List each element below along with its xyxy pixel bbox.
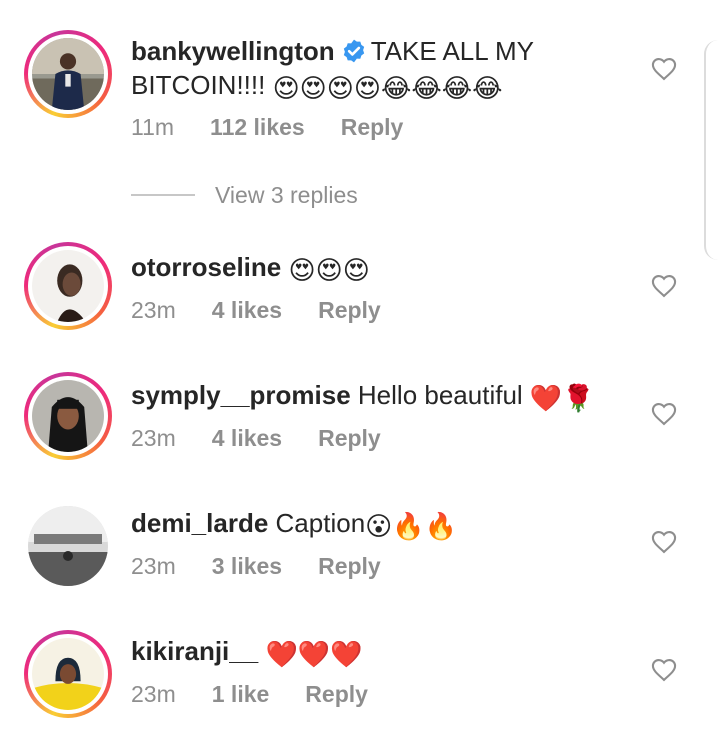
comment-meta: 11m 112 likes Reply bbox=[131, 114, 439, 141]
comment-meta: 23m 4 likes Reply bbox=[131, 425, 417, 452]
username[interactable]: bankywellington bbox=[131, 36, 335, 66]
avatar[interactable] bbox=[24, 502, 112, 590]
timestamp: 23m bbox=[131, 425, 176, 451]
heart-outline-icon[interactable] bbox=[650, 400, 678, 428]
comment-text: Caption bbox=[275, 508, 366, 538]
emoji-group: 😮🔥🔥 bbox=[365, 512, 458, 542]
likes-count[interactable]: 112 likes bbox=[210, 114, 305, 140]
replies-divider bbox=[131, 194, 195, 196]
heart-outline-icon[interactable] bbox=[650, 55, 678, 83]
username[interactable]: kikiranji__ bbox=[131, 636, 258, 666]
comment-text: TAKE ALL MY bbox=[370, 36, 534, 66]
comment-body: bankywellington TAKE ALL MY BITCOIN!!!! 😍… bbox=[131, 34, 640, 102]
comment-text: Hello beautiful bbox=[357, 380, 523, 410]
likes-count[interactable]: 4 likes bbox=[212, 297, 282, 323]
heart-outline-icon[interactable] bbox=[650, 272, 678, 300]
username[interactable]: otorroseline bbox=[131, 252, 281, 282]
view-replies-button[interactable]: View 3 replies bbox=[131, 180, 358, 210]
likes-count[interactable]: 4 likes bbox=[212, 425, 282, 451]
reply-button[interactable]: Reply bbox=[318, 297, 381, 323]
emoji-group: 😍😍😍 bbox=[288, 256, 370, 286]
likes-count[interactable]: 3 likes bbox=[212, 553, 282, 579]
heart-outline-icon[interactable] bbox=[650, 528, 678, 556]
scroll-edge bbox=[704, 40, 720, 260]
timestamp: 11m bbox=[131, 114, 175, 140]
reply-button[interactable]: Reply bbox=[341, 114, 404, 140]
avatar-image bbox=[32, 38, 104, 110]
comment-body: otorroseline 😍😍😍 bbox=[131, 250, 640, 284]
view-replies-label: View 3 replies bbox=[215, 181, 358, 208]
emoji-group: ❤️🌹 bbox=[529, 384, 595, 414]
timestamp: 23m bbox=[131, 681, 176, 707]
avatar[interactable] bbox=[24, 630, 112, 718]
avatar[interactable] bbox=[24, 372, 112, 460]
comment-meta: 23m 1 like Reply bbox=[131, 681, 404, 708]
comment-meta: 23m 3 likes Reply bbox=[131, 553, 417, 580]
avatar-image bbox=[32, 380, 104, 452]
comment-body: symply__promise Hello beautiful ❤️🌹 bbox=[131, 378, 640, 412]
comment-text-continued: BITCOIN!!!! bbox=[131, 70, 266, 100]
emoji-group: ❤️❤️❤️ bbox=[265, 640, 363, 670]
reply-button[interactable]: Reply bbox=[318, 425, 381, 451]
username[interactable]: symply__promise bbox=[131, 380, 351, 410]
username[interactable]: demi_larde bbox=[131, 508, 268, 538]
reply-button[interactable]: Reply bbox=[318, 553, 381, 579]
avatar[interactable] bbox=[24, 242, 112, 330]
heart-outline-icon[interactable] bbox=[650, 656, 678, 684]
likes-count[interactable]: 1 like bbox=[212, 681, 270, 707]
verified-badge-icon bbox=[343, 39, 364, 63]
avatar[interactable] bbox=[24, 30, 112, 118]
comment-body: demi_larde Caption😮🔥🔥 bbox=[131, 506, 640, 540]
avatar-image bbox=[32, 250, 104, 322]
timestamp: 23m bbox=[131, 553, 176, 579]
avatar-image bbox=[28, 506, 108, 586]
comment-body: kikiranji__ ❤️❤️❤️ bbox=[131, 634, 640, 668]
comment-meta: 23m 4 likes Reply bbox=[131, 297, 417, 324]
avatar-image bbox=[32, 638, 104, 710]
reply-button[interactable]: Reply bbox=[305, 681, 368, 707]
timestamp: 23m bbox=[131, 297, 176, 323]
emoji-group: 😍😍😍😍😂😂😂😂 bbox=[272, 74, 503, 104]
